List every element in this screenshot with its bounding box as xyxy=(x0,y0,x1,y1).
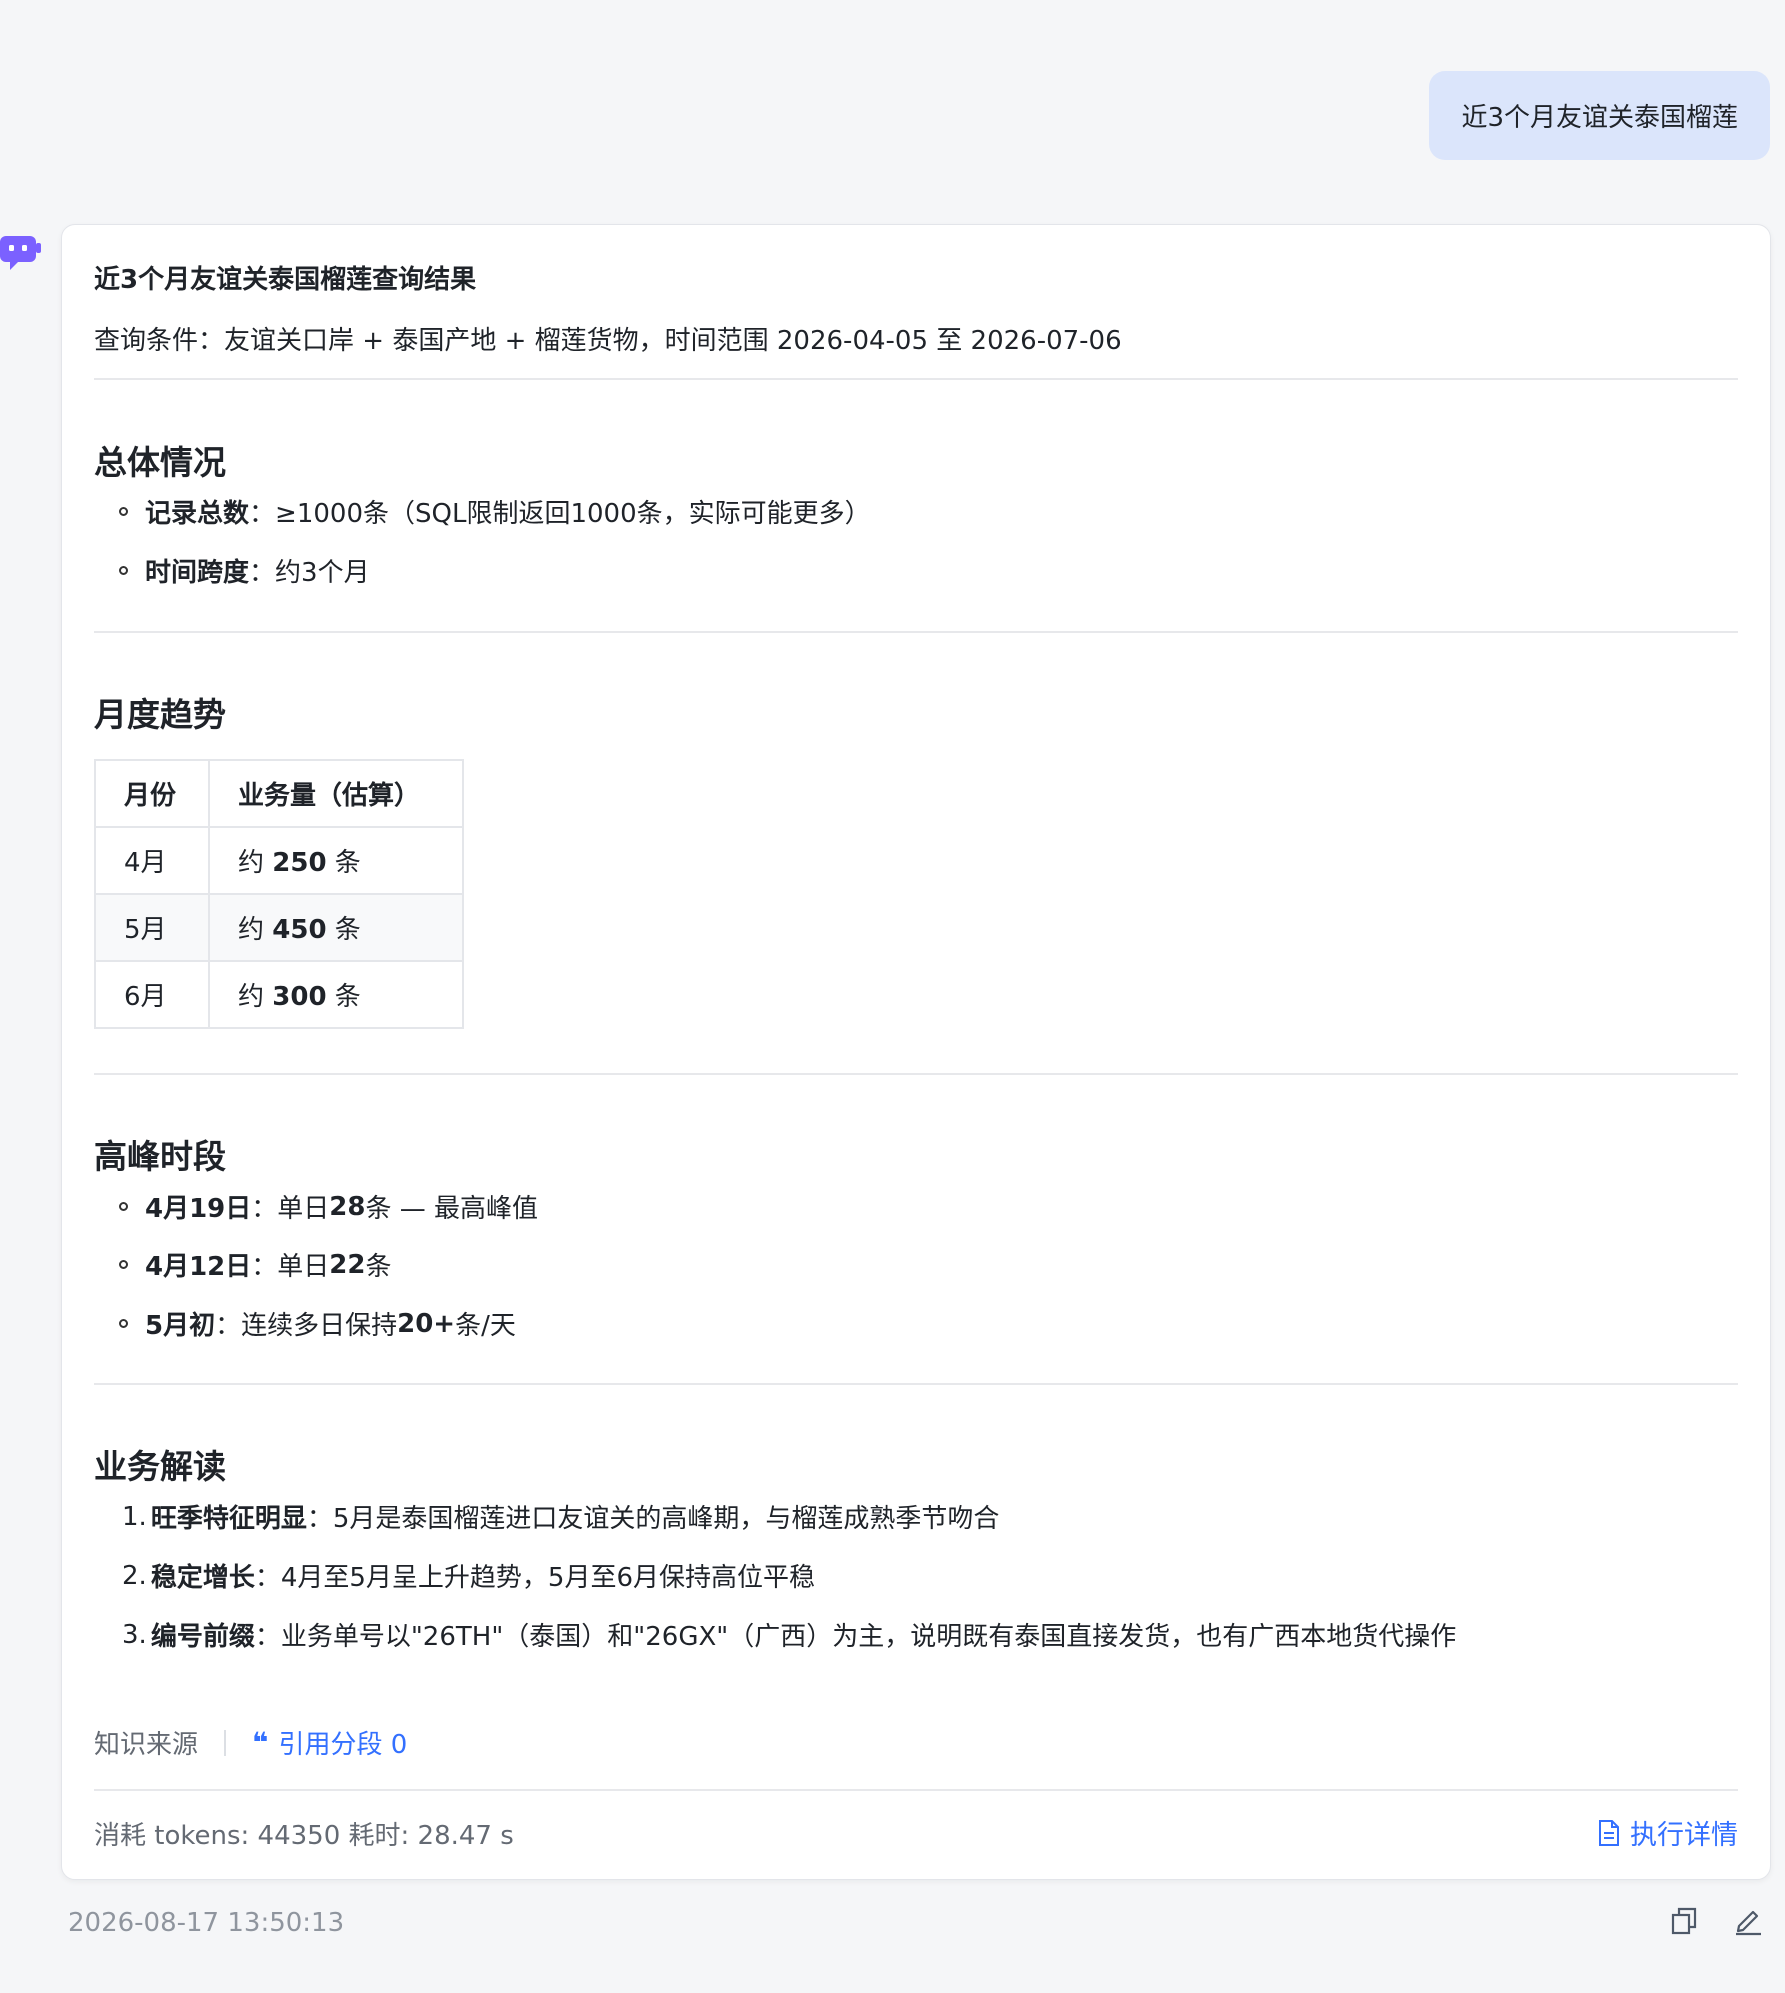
answer-title: 近3个月友谊关泰国榴莲查询结果 xyxy=(94,265,477,295)
list-item: 4月19日 ：单日 28 条 — 最高峰值 xyxy=(119,1188,538,1225)
copy-icon[interactable] xyxy=(1670,1906,1700,1936)
bullet xyxy=(119,1202,128,1211)
cell-volume: 约 250 条 xyxy=(208,826,464,895)
table-row: 4月 约 250 条 xyxy=(94,826,464,895)
table-header-row: 月份 业务量（估算） xyxy=(94,759,464,828)
item-text: 约3个月 xyxy=(275,558,370,588)
cell-month: 5月 xyxy=(94,893,210,962)
usage-stats: 消耗 tokens: 44350 耗时: 28.47 s xyxy=(94,1821,514,1851)
divider xyxy=(94,1073,1738,1075)
table-row: 5月 约 450 条 xyxy=(94,893,464,962)
list-item: 5月初 ：连续多日保持 20+ 条/天 xyxy=(119,1305,516,1342)
bullet xyxy=(119,1260,128,1269)
message-timestamp: 2026-08-17 13:50:13 xyxy=(68,1908,345,1938)
item-sep: ： xyxy=(249,558,276,588)
bullet xyxy=(119,507,128,516)
quote-icon: ❝ xyxy=(252,1726,269,1759)
execution-details-link[interactable]: 执行详情 xyxy=(1598,1813,1738,1852)
overview-heading: 总体情况 xyxy=(94,443,226,482)
cite-segments-link[interactable]: ❝ 引用分段 0 xyxy=(252,1724,407,1761)
user-message-text: 近3个月友谊关泰国榴莲 xyxy=(1461,103,1738,133)
header-month: 月份 xyxy=(94,759,210,828)
item-sep: ： xyxy=(249,499,276,529)
query-conditions: 查询条件：友谊关口岸 + 泰国产地 + 榴莲货物，时间范围 2026-04-05… xyxy=(94,326,1122,356)
item-text: ≥1000条（SQL限制返回1000条，实际可能更多） xyxy=(275,499,871,529)
cell-month: 6月 xyxy=(94,960,210,1029)
monthly-trend-table: 月份 业务量（估算） 4月 约 250 条 5月 约 450 条 6月 约 30… xyxy=(94,759,464,1029)
list-item: 时间跨度：约3个月 xyxy=(119,552,370,589)
divider xyxy=(94,378,1738,380)
divider xyxy=(94,631,1738,633)
edit-icon[interactable] xyxy=(1733,1906,1763,1936)
divider xyxy=(94,1383,1738,1385)
divider xyxy=(224,1729,227,1756)
item-label: 记录总数 xyxy=(145,499,250,529)
cell-volume: 约 450 条 xyxy=(208,893,464,962)
knowledge-source-row: 知识来源 ❝ 引用分段 0 xyxy=(94,1724,407,1761)
knowledge-source-label: 知识来源 xyxy=(94,1730,199,1760)
bullet xyxy=(119,1319,128,1328)
list-item: 3. 编号前缀：业务单号以"26TH"（泰国）和"26GX"（广西）为主，说明既… xyxy=(122,1619,1457,1653)
user-message-bubble: 近3个月友谊关泰国榴莲 xyxy=(1429,71,1770,160)
cell-volume: 约 300 条 xyxy=(208,960,464,1029)
header-volume: 业务量（估算） xyxy=(208,759,464,828)
peak-heading: 高峰时段 xyxy=(94,1137,226,1176)
table-row: 6月 约 300 条 xyxy=(94,960,464,1029)
bot-avatar-icon xyxy=(0,236,41,270)
analysis-heading: 业务解读 xyxy=(94,1447,226,1486)
bullet xyxy=(119,566,128,575)
list-item: 2. 稳定增长： 4月至5月呈上升趋势，5月至6月保持高位平稳 xyxy=(122,1560,816,1594)
trend-heading: 月度趋势 xyxy=(94,695,226,734)
document-icon xyxy=(1599,1819,1619,1846)
answer-card: 近3个月友谊关泰国榴莲查询结果 查询条件：友谊关口岸 + 泰国产地 + 榴莲货物… xyxy=(61,224,1771,1880)
divider xyxy=(94,1789,1738,1791)
item-label: 时间跨度 xyxy=(145,558,250,588)
list-item: 1. 旺季特征明显： 5月是泰国榴莲进口友谊关的高峰期，与榴莲成熟季节吻合 xyxy=(122,1501,1000,1535)
list-item: 4月12日 ：单日 22 条 xyxy=(119,1246,392,1283)
list-item: 记录总数： ≥1000条（SQL限制返回1000条，实际可能更多） xyxy=(119,493,871,530)
cell-month: 4月 xyxy=(94,826,210,895)
